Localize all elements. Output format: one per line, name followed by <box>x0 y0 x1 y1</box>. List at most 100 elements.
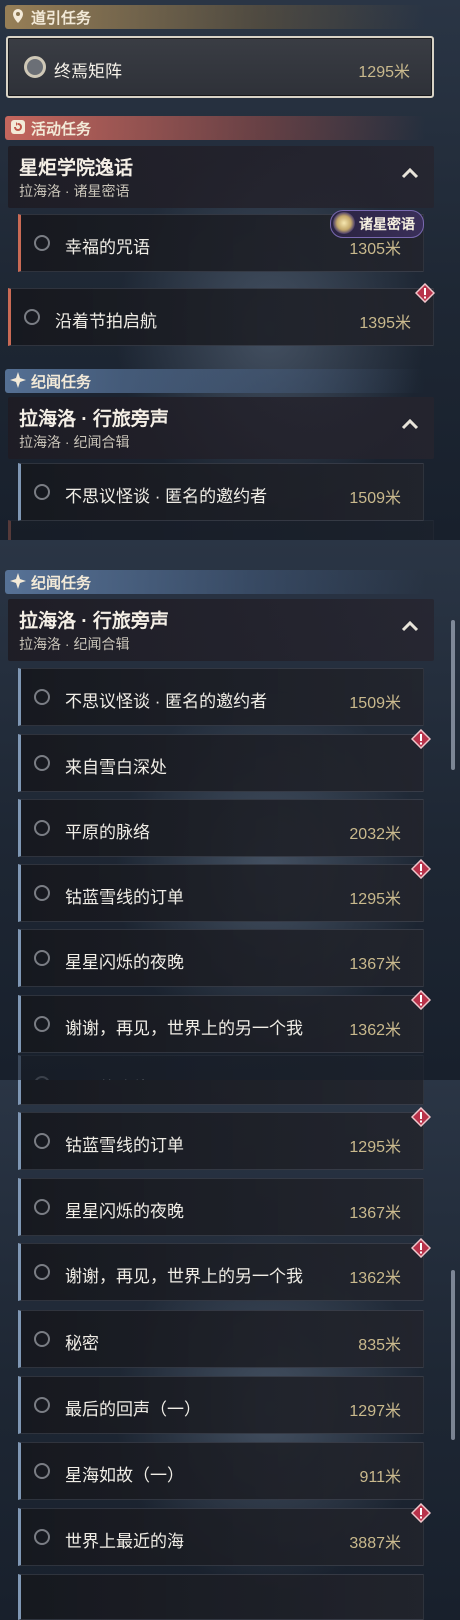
story-section-header: 纪闻任务 <box>5 570 425 594</box>
task-name: 幸福的咒语 <box>65 238 150 257</box>
task-track-radio[interactable] <box>24 309 40 325</box>
section-title: 道引任务 <box>31 9 92 27</box>
alert-diamond-icon <box>415 283 435 303</box>
task-track-radio[interactable] <box>34 1133 50 1149</box>
guide-task-row[interactable]: 终焉矩阵 1295米 <box>6 36 434 98</box>
task-track-radio[interactable] <box>34 950 50 966</box>
alert-diamond-icon <box>411 729 431 749</box>
task-row-partial[interactable] <box>18 1080 424 1105</box>
task-track-radio[interactable] <box>34 689 50 705</box>
task-name: 来自雪白深处 <box>65 758 167 777</box>
scrollbar-thumb[interactable] <box>451 620 455 770</box>
task-row: 沿着节拍启航 1395米 <box>8 520 434 540</box>
task-track-radio[interactable] <box>34 755 50 771</box>
task-distance: 835米 <box>358 1337 401 1354</box>
task-row[interactable]: 最后的回声（一） 1297米 <box>18 1376 424 1434</box>
task-distance: 1362米 <box>349 1270 401 1287</box>
task-track-radio[interactable] <box>34 1331 50 1347</box>
task-distance: 1297米 <box>349 1403 401 1420</box>
task-name: 星星闪烁的夜晚 <box>65 1202 184 1221</box>
task-distance: 2032米 <box>349 826 401 843</box>
task-row[interactable]: 钴蓝雪线的订单 1295米 <box>18 1107 431 1170</box>
section-title: 活动任务 <box>31 120 92 138</box>
task-distance: 911米 <box>359 1469 401 1486</box>
task-track-radio[interactable] <box>34 1264 50 1280</box>
quest-panel-middle: 纪闻任务 拉海洛 · 行旅旁声 拉海洛 · 纪闻合辑 不思议怪谈 · 匿名的邀约… <box>0 540 460 1080</box>
group-subtitle: 拉海洛 · 诸星密语 <box>19 183 130 199</box>
task-name: 秘密 <box>65 1334 99 1353</box>
task-row[interactable]: 世界上最近的海 3887米 <box>18 1503 431 1566</box>
story-group-header[interactable]: 拉海洛 · 行旅旁声 拉海洛 · 纪闻合辑 <box>8 397 434 459</box>
task-track-radio[interactable] <box>34 484 50 500</box>
task-name: 星星闪烁的夜晚 <box>65 953 184 972</box>
group-subtitle: 拉海洛 · 纪闻合辑 <box>19 434 130 450</box>
sparkle-icon <box>5 371 31 391</box>
group-subtitle: 拉海洛 · 纪闻合辑 <box>19 636 130 652</box>
task-distance: 1367米 <box>349 956 401 973</box>
task-name: 钴蓝雪线的订单 <box>65 1136 184 1155</box>
task-name: 钴蓝雪线的订单 <box>65 888 184 907</box>
task-distance: 1509米 <box>349 490 401 507</box>
task-row[interactable]: 谢谢，再见，世界上的另一个我 1362米 <box>18 1238 431 1301</box>
task-row[interactable]: 不思议怪谈 · 匿名的邀约者 1509米 <box>18 463 424 521</box>
alert-diamond-icon <box>411 1238 431 1258</box>
task-distance: 3887米 <box>349 1535 401 1552</box>
section-title: 纪闻任务 <box>31 574 92 592</box>
event-group-header[interactable]: 星炬学院逸话 拉海洛 · 诸星密语 <box>8 146 434 208</box>
chevron-up-icon[interactable] <box>400 164 420 184</box>
task-name: 谢谢，再见，世界上的另一个我 <box>65 1019 303 1038</box>
group-title: 星炬学院逸话 <box>19 158 134 179</box>
group-title: 拉海洛 · 行旅旁声 <box>19 409 169 430</box>
section-title: 纪闻任务 <box>31 373 92 391</box>
event-section-header: 活动任务 <box>5 116 425 140</box>
task-track-radio[interactable] <box>34 1199 50 1215</box>
star-compass-icon <box>333 212 355 234</box>
sparkle-icon <box>5 572 31 592</box>
task-track-radio[interactable] <box>34 1529 50 1545</box>
task-row[interactable]: 不思议怪谈 · 匿名的邀约者 1509米 <box>18 668 424 726</box>
task-track-radio[interactable] <box>34 1463 50 1479</box>
task-name: 世界上最近的海 <box>65 1532 184 1551</box>
task-distance: 1295米 <box>349 891 401 908</box>
group-title: 拉海洛 · 行旅旁声 <box>19 611 169 632</box>
task-name: 谢谢，再见，世界上的另一个我 <box>65 1267 303 1286</box>
task-row-partial[interactable] <box>18 1574 424 1620</box>
task-row[interactable]: 来自雪白深处 <box>18 729 431 792</box>
task-distance: 1367米 <box>349 1205 401 1222</box>
task-name: 最后的回声（一） <box>65 1400 201 1419</box>
task-distance: 1295米 <box>358 64 410 81</box>
scrollbar-thumb[interactable] <box>451 1270 455 1440</box>
task-track-radio[interactable] <box>34 885 50 901</box>
task-row[interactable]: 星星闪烁的夜晚 1367米 <box>18 929 424 987</box>
quest-panel-bottom: 钴蓝雪线的订单 1295米 星星闪烁的夜晚 1367米 谢谢，再见，世界上的另一… <box>0 1080 460 1620</box>
task-track-radio[interactable] <box>34 1397 50 1413</box>
task-row[interactable]: 平原的脉络 2032米 <box>18 799 424 857</box>
task-row[interactable]: 秘密 835米 <box>18 1310 424 1368</box>
chevron-up-icon[interactable] <box>400 617 420 637</box>
alert-diamond-icon <box>411 1503 431 1523</box>
task-track-radio[interactable] <box>24 56 46 78</box>
task-name: 不思议怪谈 · 匿名的邀约者 <box>65 487 268 506</box>
task-name: 不思议怪谈 · 匿名的邀约者 <box>65 692 268 711</box>
task-distance: 1305米 <box>349 241 401 258</box>
task-row[interactable]: 钴蓝雪线的订单 1295米 <box>18 859 431 922</box>
story-group-header[interactable]: 拉海洛 · 行旅旁声 拉海洛 · 纪闻合辑 <box>8 599 434 661</box>
alert-diamond-icon <box>411 1107 431 1127</box>
task-name: 星海如故（一） <box>65 1466 184 1485</box>
task-row[interactable]: 谢谢，再见，世界上的另一个我 1362米 <box>18 990 431 1053</box>
task-track-radio[interactable] <box>34 1016 50 1032</box>
task-row[interactable]: 星星闪烁的夜晚 1367米 <box>18 1178 424 1236</box>
task-track-radio[interactable] <box>34 820 50 836</box>
task-name: 终焉矩阵 <box>54 62 122 81</box>
badge-label: 诸星密语 <box>359 216 415 232</box>
task-row[interactable]: 星海如故（一） 911米 <box>18 1442 424 1500</box>
chevron-up-icon[interactable] <box>400 415 420 435</box>
quest-panel-top: 道引任务 终焉矩阵 1295米 活动任务 星炬学院逸话 拉海洛 · 诸星密语 幸… <box>0 0 460 540</box>
story-section-header: 纪闻任务 <box>5 369 425 393</box>
alert-diamond-icon <box>411 859 431 879</box>
task-track-radio[interactable] <box>34 235 50 251</box>
event-tag-badge: 诸星密语 <box>330 210 424 238</box>
task-row[interactable]: 沿着节拍启航 1395米 <box>8 283 435 346</box>
task-row: 平原的脉络 2032米 <box>18 1055 424 1080</box>
guide-section-header: 道引任务 <box>5 5 425 29</box>
